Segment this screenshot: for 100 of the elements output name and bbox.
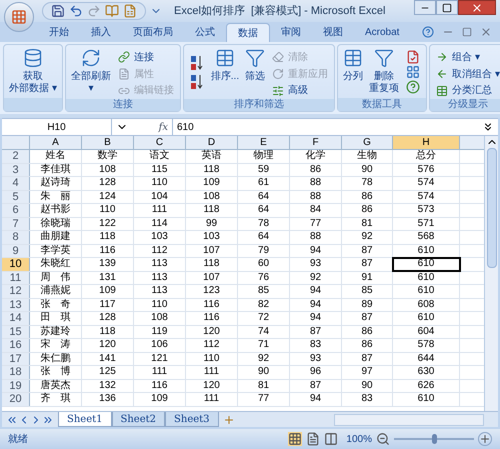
row-header[interactable]: 5 [2, 190, 30, 203]
expand-icon[interactable] [482, 121, 494, 133]
ribbon-button[interactable]: 获取 外部数据 ▾ [6, 45, 60, 98]
sort-descending-icon[interactable] [190, 74, 204, 90]
data-validation-icon[interactable] [406, 50, 420, 64]
slider-thumb[interactable] [432, 434, 437, 444]
toolbar-icon[interactable] [105, 4, 119, 18]
column-header[interactable]: B [82, 136, 134, 149]
column-header[interactable]: E [238, 136, 290, 149]
row-header[interactable]: 18 [2, 366, 30, 378]
sheet-tab[interactable]: Sheet1 [58, 412, 112, 427]
page-break-icon[interactable] [324, 432, 338, 446]
ribbon-button[interactable]: 排序... [208, 45, 242, 99]
row-header[interactable]: 6 [2, 204, 30, 216]
row-header[interactable]: 14 [2, 312, 30, 324]
column-header[interactable]: A [30, 136, 82, 149]
ribbon-tab[interactable]: 插入 [80, 23, 122, 42]
table-cell: 语文 [134, 150, 186, 162]
help-icon[interactable] [422, 26, 434, 38]
table-cell: 610 [393, 312, 460, 324]
page-layout-icon[interactable] [306, 432, 320, 446]
table-cell: 81 [238, 380, 290, 392]
sort-ascending-icon[interactable] [190, 54, 204, 70]
ribbon-button[interactable]: 取消组合 ▾ [432, 66, 500, 82]
ribbon-button[interactable]: 分类汇总 [432, 82, 500, 100]
ribbon-button[interactable]: 分列 [340, 45, 366, 98]
zoom-in-icon[interactable] [478, 432, 492, 446]
ribbon-button[interactable]: 筛选 [242, 45, 268, 99]
zoom-slider[interactable] [394, 434, 474, 444]
sheet-tab[interactable]: Sheet3 [165, 412, 219, 427]
table-cell: 107 [186, 244, 238, 257]
ribbon-icon [272, 84, 284, 97]
toolbar-icon[interactable] [123, 4, 137, 18]
table-cell: 119 [134, 326, 186, 338]
undo-icon[interactable] [69, 4, 83, 18]
table-cell: 92 [238, 352, 290, 365]
table-cell: 化学 [290, 150, 342, 162]
zoom-level[interactable]: 100% [346, 432, 372, 446]
row-header[interactable]: 20 [2, 393, 30, 406]
ribbon-tab[interactable]: 视图 [312, 23, 354, 42]
row-header[interactable]: 19 [2, 380, 30, 392]
row-header[interactable]: 4 [2, 177, 30, 190]
row-header[interactable]: 12 [2, 285, 30, 298]
maximize-button[interactable] [436, 0, 458, 15]
zoom-out-icon[interactable] [376, 432, 390, 446]
table-cell: 田 琪 [30, 312, 82, 324]
ribbon-button[interactable]: 删除 重复项 [366, 45, 402, 98]
column-header[interactable]: H [393, 136, 460, 149]
table-cell: 610 [393, 258, 460, 270]
table-cell: 76 [238, 272, 290, 284]
column-header[interactable]: D [186, 136, 238, 149]
table-cell: 141 [82, 352, 134, 365]
ribbon-tab[interactable]: 页面布局 [122, 23, 184, 42]
row-header[interactable]: 11 [2, 272, 30, 284]
table-cell: 93 [290, 258, 342, 270]
ribbon-icon [22, 48, 43, 68]
horizontal-scrollbar[interactable] [334, 414, 484, 426]
table-cell: 64 [238, 204, 290, 216]
column-header[interactable]: C [134, 136, 186, 149]
ribbon-tab[interactable]: 开始 [38, 23, 80, 42]
name-box[interactable]: H10 [2, 119, 112, 135]
table-cell: 574 [393, 177, 460, 190]
table-cell: 118 [82, 326, 134, 338]
row-header[interactable]: 16 [2, 339, 30, 352]
row-header[interactable]: 3 [2, 164, 30, 176]
ribbon-button[interactable]: 高级 [268, 82, 332, 100]
table-cell: 132 [82, 380, 134, 392]
row-header[interactable]: 2 [2, 150, 30, 162]
new-sheet-icon[interactable] [222, 414, 235, 426]
row-header[interactable]: 7 [2, 218, 30, 230]
row-header[interactable]: 10 [2, 258, 30, 270]
ribbon-button[interactable]: 连接 [114, 49, 178, 66]
row-header[interactable]: 9 [2, 244, 30, 257]
sheet-tab[interactable]: Sheet2 [112, 412, 166, 427]
table-cell: 117 [82, 298, 134, 311]
ribbon-button[interactable]: 组合 ▾ [432, 49, 500, 66]
row-header[interactable]: 13 [2, 298, 30, 311]
normal-view-icon[interactable] [288, 432, 302, 446]
vertical-scrollbar[interactable] [484, 136, 498, 411]
insert-function-button[interactable]: fx [158, 120, 168, 134]
ribbon-button[interactable]: 全部刷新 ▾ [68, 45, 114, 99]
table-cell: 111 [186, 393, 238, 406]
row-header[interactable]: 17 [2, 352, 30, 365]
column-header[interactable]: F [290, 136, 342, 149]
save-icon[interactable] [51, 4, 65, 18]
ribbon-tab[interactable]: 公式 [184, 23, 226, 42]
ribbon-tab[interactable]: Acrobat [354, 23, 410, 42]
restore-icon[interactable] [462, 27, 472, 37]
table-cell: 曲朋建 [30, 231, 82, 244]
close-button[interactable] [458, 0, 496, 15]
office-button[interactable] [4, 2, 34, 32]
row-header[interactable]: 8 [2, 231, 30, 244]
ribbon-tab[interactable]: 数据 [226, 23, 270, 42]
row-header[interactable]: 15 [2, 326, 30, 338]
table-cell: 77 [290, 218, 342, 230]
table-cell: 104 [134, 190, 186, 203]
ribbon-tab[interactable]: 审阅 [270, 23, 312, 42]
table-cell: 118 [82, 231, 134, 244]
close-icon[interactable] [480, 26, 492, 38]
formula-field[interactable]: 610 [172, 119, 482, 135]
